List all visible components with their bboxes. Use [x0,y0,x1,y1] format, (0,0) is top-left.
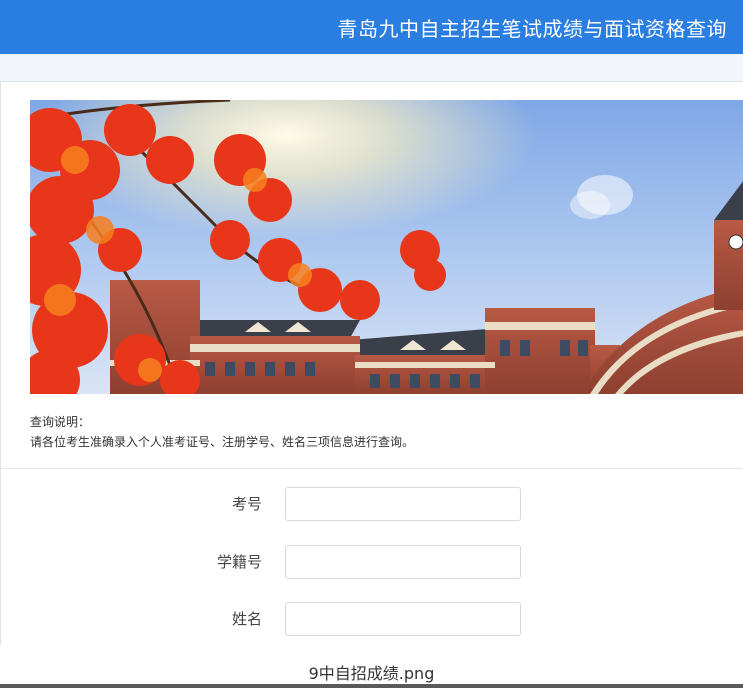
campus-banner-image [30,100,743,394]
section-divider [1,468,743,469]
student-id-label: 学籍号 [216,553,262,571]
page-title: 青岛九中自主招生笔试成绩与面试资格查询 [337,16,727,41]
exam-number-input[interactable] [285,487,521,521]
student-id-row: 学籍号 [1,545,743,579]
header-spacer [0,54,743,82]
banner-illustration [30,100,743,394]
name-row: 姓名 [1,602,743,636]
instructions-text: 请各位考生准确录入个人准考证号、注册学号、姓名三项信息进行查询。 [30,435,415,449]
name-label: 姓名 [231,610,262,628]
bottom-border [0,684,743,688]
exam-number-label: 考号 [231,495,262,513]
query-card: 查询说明： 请各位考生准确录入个人准考证号、注册学号、姓名三项信息进行查询。 考… [0,82,743,645]
student-id-input[interactable] [285,545,521,579]
instructions-title: 查询说明： [30,415,91,429]
name-input[interactable] [285,602,521,636]
query-instructions: 查询说明： 请各位考生准确录入个人准考证号、注册学号、姓名三项信息进行查询。 [30,412,414,452]
header-bar: 青岛九中自主招生笔试成绩与面试资格查询 [0,0,743,54]
exam-number-row: 考号 [1,487,743,521]
image-filename-caption: 9中自招成绩.png [308,664,435,683]
